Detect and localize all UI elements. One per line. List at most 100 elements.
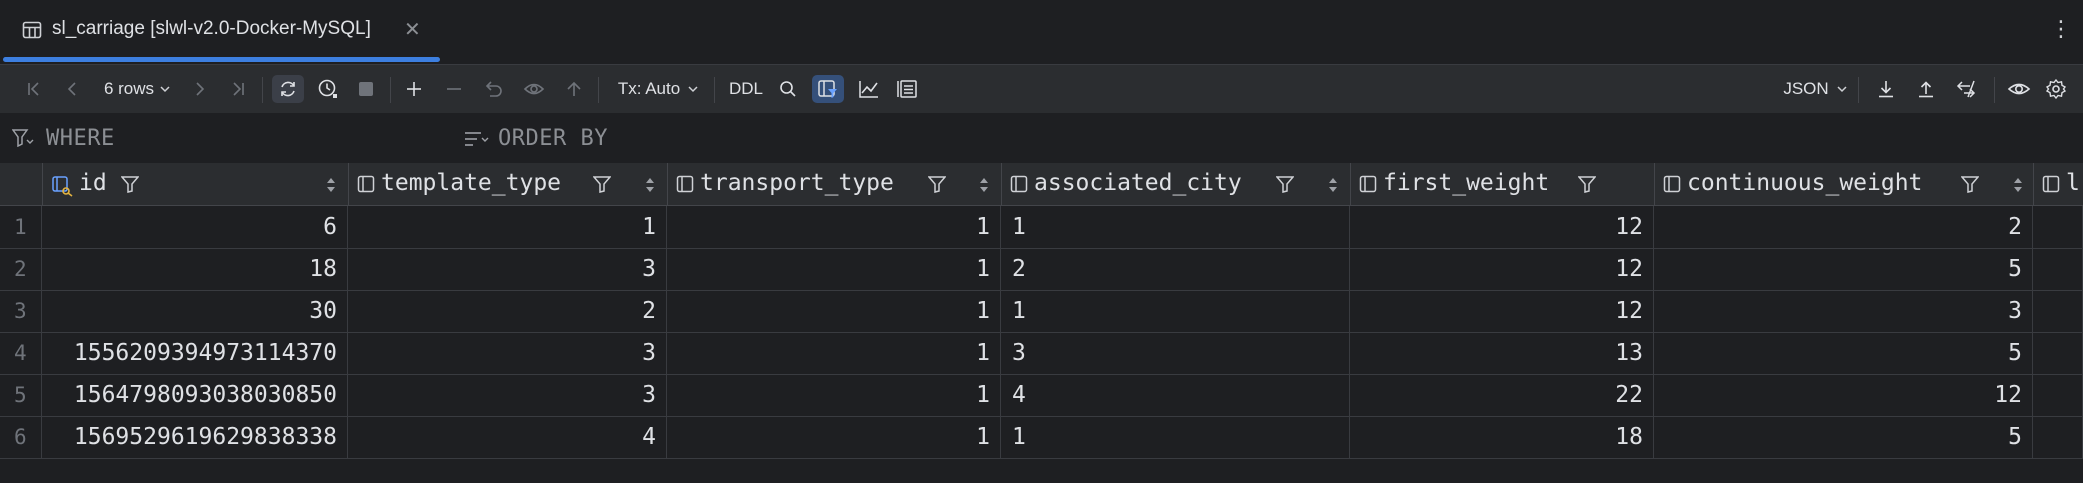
gear-icon[interactable]: [2042, 75, 2070, 103]
cell-id[interactable]: 30: [43, 290, 348, 332]
cell-associated-city[interactable]: 1: [1002, 206, 1350, 248]
sort-icon[interactable]: [1328, 177, 1338, 193]
cell-template-type[interactable]: 1: [349, 206, 667, 248]
add-row-icon[interactable]: [400, 75, 428, 103]
cell-truncated[interactable]: [2034, 374, 2083, 416]
order-by-input[interactable]: ORDER BY: [498, 126, 608, 151]
clock-icon[interactable]: [312, 75, 344, 103]
sort-icon[interactable]: [326, 177, 336, 193]
column-filter-icon[interactable]: [592, 175, 612, 193]
rows-count-dropdown[interactable]: 6 rows: [98, 75, 178, 103]
cell-template-type[interactable]: 2: [349, 290, 667, 332]
row-number: 6: [0, 416, 42, 458]
column-header-id[interactable]: id: [43, 163, 349, 205]
cell-transport-type[interactable]: 1: [668, 374, 1001, 416]
compare-icon[interactable]: [1952, 75, 1982, 103]
undo-icon[interactable]: [480, 75, 508, 103]
submit-icon[interactable]: [560, 75, 588, 103]
table-row[interactable]: 3 30 2 1 1 12 3: [0, 290, 2083, 333]
reload-icon[interactable]: [272, 75, 304, 103]
cell-continuous-weight[interactable]: 5: [1655, 416, 2033, 458]
cell-id[interactable]: 1556209394973114370: [43, 332, 348, 374]
toolbar-separator: [714, 77, 715, 103]
sort-icon[interactable]: [979, 177, 989, 193]
column-header-associated-city[interactable]: associated_city: [1002, 163, 1351, 205]
cell-associated-city[interactable]: 1: [1002, 290, 1350, 332]
rows-count-label: 6 rows: [103, 79, 155, 98]
cell-continuous-weight[interactable]: 5: [1655, 332, 2033, 374]
column-filter-icon[interactable]: [927, 175, 947, 193]
upload-icon[interactable]: [1912, 75, 1940, 103]
tab-sl-carriage[interactable]: sl_carriage [slwl-v2.0-Docker-MySQL] ✕: [0, 0, 440, 62]
column-header-first-weight[interactable]: first_weight: [1351, 163, 1655, 205]
download-icon[interactable]: [1872, 75, 1900, 103]
cell-transport-type[interactable]: 1: [668, 248, 1001, 290]
where-input[interactable]: WHERE: [46, 126, 115, 151]
search-icon[interactable]: [774, 75, 802, 103]
record-view-icon[interactable]: [892, 75, 922, 103]
cell-transport-type[interactable]: 1: [668, 206, 1001, 248]
cell-template-type[interactable]: 3: [349, 332, 667, 374]
cell-template-type[interactable]: 3: [349, 248, 667, 290]
cell-truncated[interactable]: [2034, 290, 2083, 332]
cell-associated-city[interactable]: 4: [1002, 374, 1350, 416]
stop-icon[interactable]: [352, 75, 380, 103]
column-header-template-type[interactable]: template_type: [349, 163, 668, 205]
cell-associated-city[interactable]: 2: [1002, 248, 1350, 290]
cell-id[interactable]: 18: [43, 248, 348, 290]
cell-continuous-weight[interactable]: 12: [1655, 374, 2033, 416]
delete-row-icon[interactable]: [440, 75, 468, 103]
cell-truncated[interactable]: [2034, 248, 2083, 290]
cell-truncated[interactable]: [2034, 206, 2083, 248]
column-header-continuous-weight[interactable]: continuous_weight: [1655, 163, 2034, 205]
first-page-icon[interactable]: [20, 75, 48, 103]
last-page-icon[interactable]: [224, 75, 252, 103]
table-row[interactable]: 6 1569529619629838338 4 1 1 18 5: [0, 416, 2083, 459]
column-name: continuous_weight: [1687, 170, 1923, 196]
next-page-icon[interactable]: [186, 75, 214, 103]
cell-id[interactable]: 1569529619629838338: [43, 416, 348, 458]
table-row[interactable]: 2 18 3 1 2 12 5: [0, 248, 2083, 291]
cell-continuous-weight[interactable]: 3: [1655, 290, 2033, 332]
cell-associated-city[interactable]: 1: [1002, 416, 1350, 458]
column-header-truncated[interactable]: l: [2034, 163, 2083, 205]
table-row[interactable]: 1 6 1 1 1 12 2: [0, 206, 2083, 249]
cell-template-type[interactable]: 4: [349, 416, 667, 458]
cell-continuous-weight[interactable]: 2: [1655, 206, 2033, 248]
table-row[interactable]: 5 1564798093038030850 3 1 4 22 12: [0, 374, 2083, 417]
cell-id[interactable]: 6: [43, 206, 348, 248]
cell-first-weight[interactable]: 12: [1351, 206, 1654, 248]
cell-first-weight[interactable]: 22: [1351, 374, 1654, 416]
eye-icon[interactable]: [2004, 75, 2034, 103]
cell-template-type[interactable]: 3: [349, 374, 667, 416]
column-filter-icon[interactable]: [1960, 175, 1980, 193]
cell-first-weight[interactable]: 13: [1351, 332, 1654, 374]
sort-icon[interactable]: [645, 177, 655, 193]
cell-transport-type[interactable]: 1: [668, 416, 1001, 458]
column-filter-icon[interactable]: [1577, 175, 1597, 193]
previous-page-icon[interactable]: [58, 75, 86, 103]
chart-icon[interactable]: [854, 75, 884, 103]
transaction-mode-dropdown[interactable]: Tx: Auto: [612, 75, 706, 103]
cell-id[interactable]: 1564798093038030850: [43, 374, 348, 416]
ddl-button[interactable]: DDL: [726, 75, 766, 103]
preview-changes-icon[interactable]: [520, 75, 548, 103]
close-icon[interactable]: ✕: [404, 17, 421, 41]
cell-continuous-weight[interactable]: 5: [1655, 248, 2033, 290]
cell-associated-city[interactable]: 3: [1002, 332, 1350, 374]
column-filter-icon[interactable]: [1275, 175, 1295, 193]
cell-truncated[interactable]: [2034, 416, 2083, 458]
output-format-dropdown[interactable]: JSON: [1782, 75, 1850, 103]
more-options-icon[interactable]: ⋮: [2050, 16, 2072, 44]
cell-transport-type[interactable]: 1: [668, 290, 1001, 332]
sort-icon[interactable]: [2013, 177, 2023, 193]
filter-toggle-icon[interactable]: [812, 75, 844, 103]
cell-truncated[interactable]: [2034, 332, 2083, 374]
cell-first-weight[interactable]: 12: [1351, 290, 1654, 332]
column-header-transport-type[interactable]: transport_type: [668, 163, 1002, 205]
table-row[interactable]: 4 1556209394973114370 3 1 3 13 5: [0, 332, 2083, 375]
column-filter-icon[interactable]: [120, 175, 140, 193]
cell-first-weight[interactable]: 12: [1351, 248, 1654, 290]
cell-first-weight[interactable]: 18: [1351, 416, 1654, 458]
cell-transport-type[interactable]: 1: [668, 332, 1001, 374]
